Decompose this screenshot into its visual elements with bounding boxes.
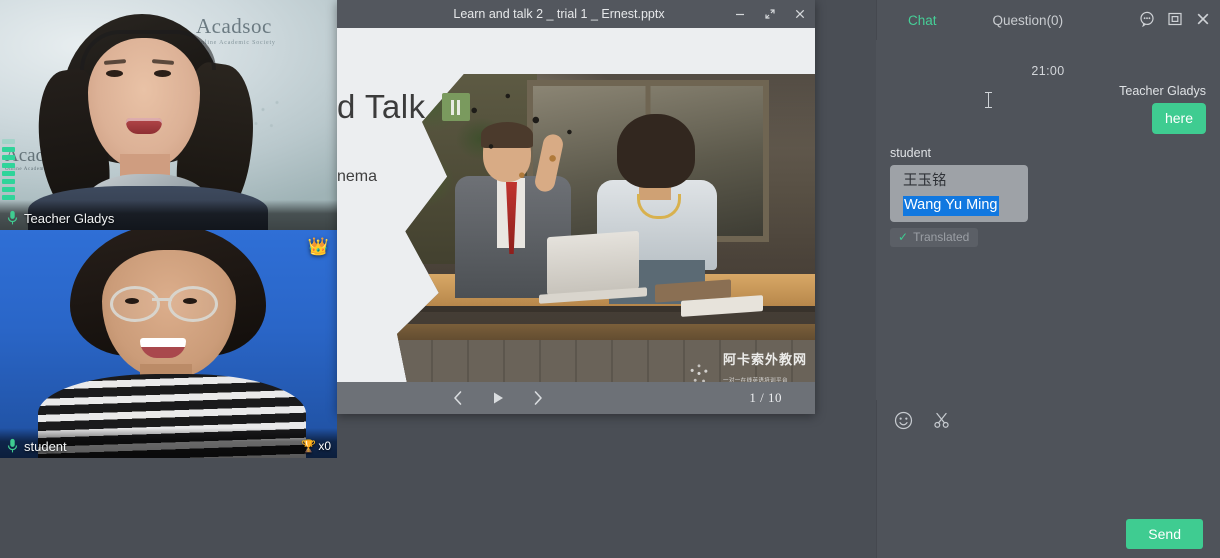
slide-footer-toolbar: 1 / 10	[337, 382, 815, 414]
message-bubble[interactable]: here	[1152, 103, 1206, 134]
teacher-person	[22, 14, 272, 230]
chat-tabs: Chat Question(0)	[906, 10, 1065, 31]
prev-slide-button[interactable]	[445, 385, 471, 411]
pause-icon[interactable]	[442, 93, 470, 121]
teacher-video-stream: Acadsoc Online Academic Society Acadsoc …	[0, 0, 337, 230]
translated-badge: ✓ Translated	[890, 228, 978, 247]
watermark-cn-text: 阿卡索外教网	[723, 352, 807, 367]
message-author: student	[890, 146, 1206, 160]
video-column: Acadsoc Online Academic Society Acadsoc …	[0, 0, 337, 458]
student-scene	[0, 230, 337, 458]
chat-panel: Chat Question(0)	[876, 0, 1220, 558]
teacher-volume-meter	[2, 139, 15, 200]
microphone-icon	[7, 438, 18, 454]
slide-nav-buttons	[445, 385, 551, 411]
slide-canvas[interactable]: 阿卡索外教网 一对一在线英语培训平台 Acadsoc.com.cn d Talk…	[337, 28, 815, 382]
message-bubble[interactable]: 王玉铭 Wang Yu Ming	[890, 165, 1028, 222]
chat-message-incoming: student 王玉铭 Wang Yu Ming ✓ Translated	[890, 146, 1206, 247]
restore-button[interactable]	[755, 0, 785, 28]
text-cursor-icon	[988, 92, 989, 108]
video-tile-teacher[interactable]: Acadsoc Online Academic Society Acadsoc …	[0, 0, 337, 230]
tab-chat[interactable]: Chat	[906, 10, 939, 31]
chat-message-input[interactable]	[876, 432, 1220, 510]
message-translated-text: Wang Yu Ming	[903, 196, 999, 216]
close-panel-icon[interactable]	[1192, 8, 1214, 30]
slide-page-indicator: 1 / 10	[749, 390, 782, 406]
scissors-icon[interactable]	[930, 409, 952, 431]
acadsoc-tree-icon	[680, 359, 718, 382]
chat-send-row: Send	[876, 510, 1220, 558]
presentation-title: Learn and talk 2 _ trial 1 _ Ernest.pptx	[337, 7, 725, 21]
slide-title-text: d Talk	[337, 88, 426, 126]
presentation-window: Learn and talk 2 _ trial 1 _ Ernest.pptx	[337, 0, 815, 414]
video-tile-student[interactable]: 👑 student 🏆 x0	[0, 230, 337, 458]
trophy-count: x0	[318, 439, 331, 453]
chat-timestamp: 21:00	[890, 64, 1206, 78]
slide-title: d Talk	[337, 88, 470, 126]
microphone-icon	[7, 210, 18, 226]
play-slide-button[interactable]	[485, 385, 511, 411]
message-original-text: 王玉铭	[903, 173, 947, 189]
send-button[interactable]: Send	[1126, 519, 1203, 549]
headset-icon	[80, 30, 216, 70]
student-name-label: student	[24, 439, 67, 454]
close-button[interactable]	[785, 0, 815, 28]
teacher-name-row: Teacher Gladys	[7, 210, 114, 226]
emoji-icon[interactable]	[892, 409, 914, 431]
presentation-titlebar[interactable]: Learn and talk 2 _ trial 1 _ Ernest.pptx	[337, 0, 815, 28]
trophy-icon: 🏆	[301, 439, 316, 453]
tab-question[interactable]: Question(0)	[991, 10, 1066, 31]
classroom-app: Acadsoc Online Academic Society Acadsoc …	[0, 0, 1220, 558]
student-video-stream	[0, 230, 337, 458]
acadsoc-watermark: 阿卡索外教网 一对一在线英语培训平台 Acadsoc.com.cn	[680, 351, 807, 382]
restore-window-icon[interactable]	[1164, 8, 1186, 30]
window-controls	[725, 0, 815, 28]
chat-message-list[interactable]: 21:00 Teacher Gladys here student 王玉铭 Wa…	[876, 40, 1220, 400]
student-person	[52, 230, 292, 458]
teacher-name-label: Teacher Gladys	[24, 211, 114, 226]
message-author: Teacher Gladys	[890, 84, 1206, 98]
translated-badge-label: Translated	[913, 230, 969, 244]
slide-subtitle: nema	[337, 168, 377, 186]
chat-header-icons	[1136, 8, 1214, 30]
speech-bubble-icon[interactable]	[1136, 8, 1158, 30]
student-trophy-row: 🏆 x0	[301, 439, 331, 453]
teacher-scene: Acadsoc Online Academic Society Acadsoc …	[0, 0, 337, 230]
chat-message-outgoing: Teacher Gladys here	[890, 84, 1206, 134]
check-icon: ✓	[898, 230, 908, 244]
crown-icon: 👑	[308, 238, 329, 255]
next-slide-button[interactable]	[525, 385, 551, 411]
student-name-row: student	[7, 438, 67, 454]
minimize-button[interactable]	[725, 0, 755, 28]
chat-header: Chat Question(0)	[876, 0, 1220, 40]
